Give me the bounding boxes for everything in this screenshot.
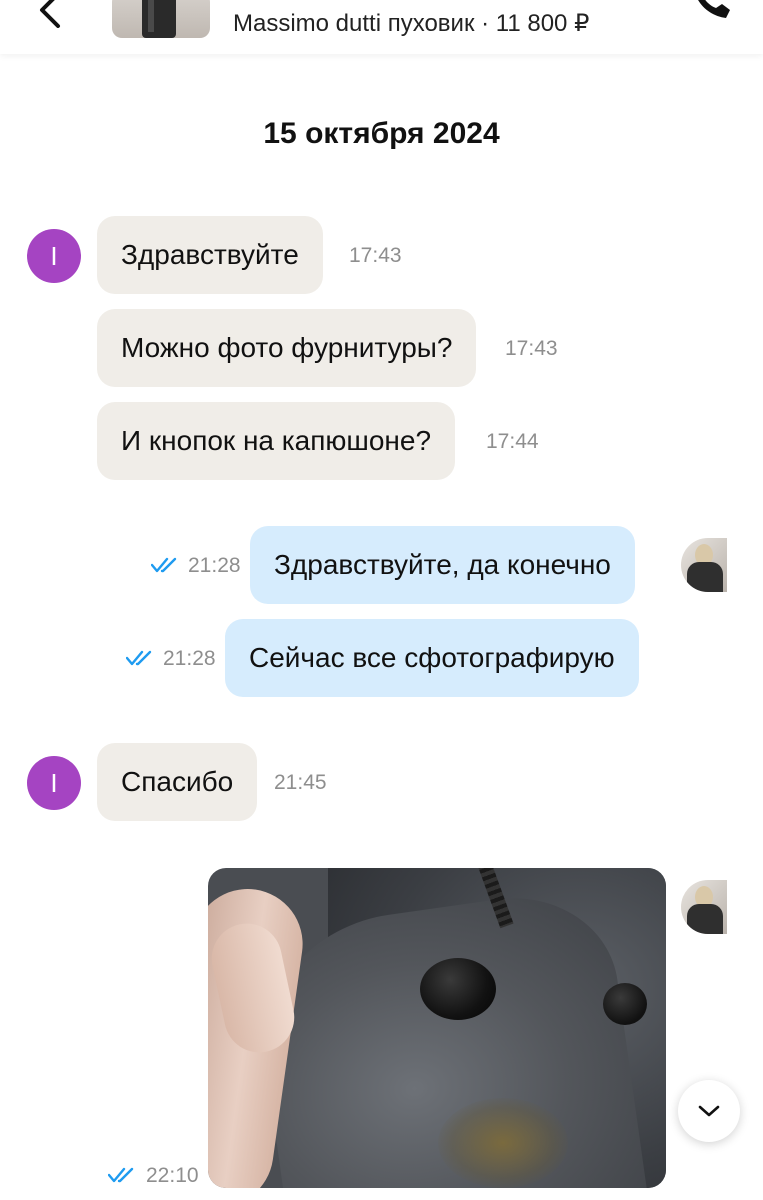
double-check-icon <box>151 557 177 573</box>
snap-button-photo <box>420 958 496 1020</box>
avatar-letter: I <box>50 240 58 271</box>
message-time: 17:43 <box>505 337 558 360</box>
message-bubble-incoming[interactable]: Спасибо <box>97 743 258 821</box>
date-separator: 15 октября 2024 <box>263 117 500 150</box>
chat-header: Massimo dutti пуховик · 11 800 ₽ <box>0 0 763 54</box>
message-text: Здравствуйте, да конечно <box>274 549 611 580</box>
message-text: Сейчас все сфотографирую <box>249 642 615 673</box>
message-bubble-incoming[interactable]: Здравствуйте <box>97 216 323 294</box>
double-check-icon <box>126 650 152 666</box>
double-check-icon <box>108 1167 134 1183</box>
call-button[interactable] <box>686 0 736 22</box>
message-time: 21:28 <box>188 554 241 577</box>
scroll-to-bottom-button[interactable] <box>678 1080 740 1142</box>
message-time: 17:43 <box>349 244 402 267</box>
product-thumbnail[interactable] <box>112 0 210 38</box>
message-time: 22:10 <box>146 1164 199 1187</box>
phone-icon <box>698 0 730 18</box>
message-bubble-outgoing[interactable]: Здравствуйте, да конечно <box>250 526 635 604</box>
message-time: 21:45 <box>274 771 327 794</box>
chevron-down-icon <box>698 1105 720 1117</box>
sender-avatar[interactable]: I <box>27 756 81 810</box>
message-time: 17:44 <box>486 430 539 453</box>
product-title[interactable]: Massimo dutti пуховик · 11 800 ₽ <box>233 9 589 38</box>
message-text: Спасибо <box>121 766 234 797</box>
snap-button-photo <box>603 983 647 1025</box>
sender-avatar[interactable]: I <box>27 229 81 283</box>
message-bubble-incoming[interactable]: И кнопок на капюшоне? <box>97 402 456 480</box>
message-time: 21:28 <box>163 647 216 670</box>
photo-message[interactable] <box>208 868 666 1188</box>
arrow-left-icon <box>40 0 60 28</box>
avatar-letter: I <box>50 767 58 798</box>
message-text: И кнопок на капюшоне? <box>121 425 432 456</box>
message-bubble-outgoing[interactable]: Сейчас все сфотографирую <box>225 619 639 697</box>
message-bubble-incoming[interactable]: Можно фото фурнитуры? <box>97 309 477 387</box>
my-avatar[interactable] <box>681 538 727 592</box>
my-avatar[interactable] <box>681 880 727 934</box>
back-button[interactable] <box>30 0 74 28</box>
message-text: Здравствуйте <box>121 239 299 270</box>
message-text: Можно фото фурнитуры? <box>121 332 453 363</box>
